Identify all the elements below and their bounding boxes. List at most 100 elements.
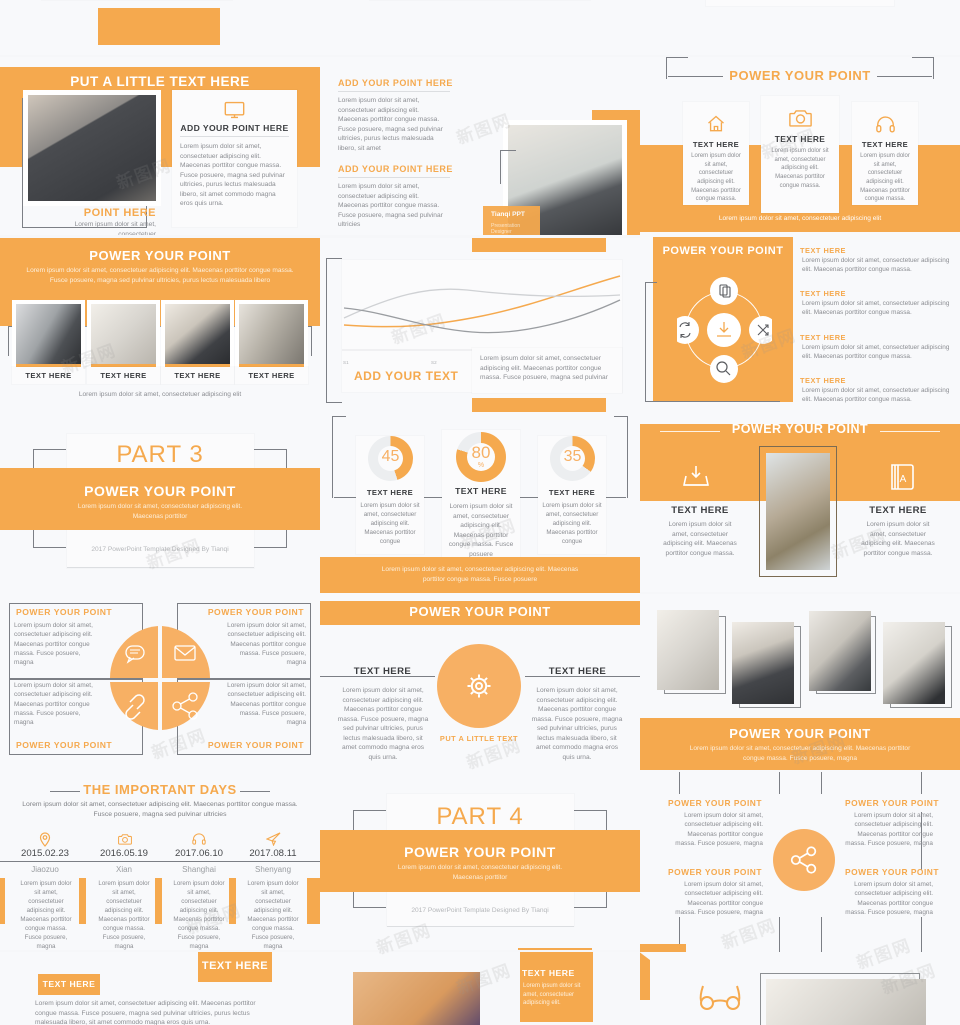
slide-photo-strip[interactable]: POWER YOUR POINT Lorem ipsum dolor sit a… <box>0 238 320 416</box>
slide12-right-title: TEXT HERE <box>869 505 927 516</box>
slide15-title: POWER YOUR POINT <box>729 726 871 741</box>
slide-put-a-little-text-here[interactable]: PUT A LITTLE TEXT HERE POINT HERE Lorem … <box>0 57 320 235</box>
slide5-heading-1: ADD YOUR POINT HERE <box>338 78 453 88</box>
slide7-caption-2: TEXT HERE <box>100 371 147 380</box>
headphones-icon <box>192 833 206 845</box>
slide5-profile-line1: Presentation Designer <box>491 223 521 235</box>
glasses-icon <box>698 982 742 1010</box>
slide12-photo <box>766 453 830 570</box>
slide9-item-4-title: TEXT HERE <box>800 376 846 385</box>
slide12-left-body: Lorem ipsum dolor sit amet, consectetuer… <box>663 521 737 557</box>
slide-add-your-point[interactable]: ADD YOUR POINT HERE Lorem ipsum dolor si… <box>320 57 640 235</box>
chart-xtick-2: S2 <box>431 360 437 365</box>
slide6-card-2-title: TEXT HERE <box>774 134 826 144</box>
slide21-photo <box>766 979 926 1025</box>
slide13-q4-body: Lorem ipsum dolor sit amet, consectetuer… <box>227 682 306 727</box>
slide12-right-body: Lorem ipsum dolor sit amet, consectetuer… <box>861 521 935 557</box>
slide-bottom-right[interactable] <box>640 952 960 1025</box>
slide-gear[interactable]: POWER YOUR POINT PUT A LITTLE TEXT TEXT … <box>320 594 640 772</box>
slide14-right-title: TEXT HERE <box>548 666 607 677</box>
slide17-title: POWER YOUR POINT <box>404 844 556 860</box>
slide14-title: POWER YOUR POINT <box>409 604 551 619</box>
slide18-item-3-body: Lorem ipsum dolor sit amet, consectetuer… <box>675 881 763 916</box>
slide7-photo-3 <box>165 304 230 364</box>
slide16-title: THE IMPORTANT DAYS <box>83 782 237 797</box>
slide7-photo-2 <box>91 304 156 364</box>
quad-pie-diagram <box>109 626 211 730</box>
slide6-card-3[interactable]: TEXT HERE Lorem ipsum dolor sit amet, co… <box>852 102 918 205</box>
slide16-city-4: Shenyang <box>254 865 292 874</box>
slide7-footer: Lorem ipsum dolor sit amet, consectetuer… <box>78 391 242 398</box>
slide-bottom-left[interactable]: TEXT HERE TEXT HERE Lorem ipsum dolor si… <box>0 952 320 1025</box>
donut-35-label: 35 <box>563 448 582 465</box>
slide6-card-1[interactable]: TEXT HERE Lorem ipsum dolor sit amet, co… <box>683 102 749 205</box>
slide18-item-4-body: Lorem ipsum dolor sit amet, consectetuer… <box>845 881 933 916</box>
accent-block <box>98 8 220 45</box>
slide16-body-2: Lorem ipsum dolor sit amet, consectetuer… <box>98 880 150 950</box>
headphones-icon <box>876 115 895 133</box>
ppt-template-preview-grid: Lorem ipsum dolor sit amet, consectetuer… <box>0 0 960 1025</box>
slide18-item-3-title: POWER YOUR POINT <box>668 867 762 877</box>
slide6-card-2-body: Lorem ipsum dolor sit amet, consectetuer… <box>771 148 829 189</box>
slide16-city-3: Shanghai <box>182 865 216 874</box>
slide-top-mid[interactable]: Maecenas porttitor congue massa. Fusce p… <box>320 0 640 55</box>
circle-diagram <box>677 277 772 383</box>
slide6-card-1-body: Lorem ipsum dolor sit amet, consectetuer… <box>691 153 741 203</box>
slide-two-icons-photo[interactable]: POWER YOUR POINT TEXT HERE Lorem ipsum d… <box>640 412 960 592</box>
slide7-photo-4 <box>239 304 304 364</box>
slide19-badge-1: TEXT HERE <box>42 979 96 989</box>
home-icon <box>706 114 726 134</box>
slide20-body: Lorem ipsum dolor sit amet, consectetuer… <box>523 983 581 1007</box>
slide6-card-2[interactable]: TEXT HERE Lorem ipsum dolor sit amet, co… <box>761 96 839 213</box>
slide11-label-3: TEXT HERE <box>548 488 596 497</box>
gear-icon <box>463 670 495 702</box>
slide-donut-charts[interactable]: 45 TEXT HERE Lorem ipsum dolor sit amet,… <box>320 416 640 594</box>
slide13-q1-body: Lorem ipsum dolor sit amet, consectetuer… <box>14 622 93 667</box>
slide16-body-1: Lorem ipsum dolor sit amet, consectetuer… <box>20 880 72 950</box>
slide-three-icon-cards[interactable]: POWER YOUR POINT TEXT HERE Lorem ipsum d… <box>640 57 960 235</box>
slide8-body: Lorem ipsum dolor sit amet, consectetuer… <box>480 355 608 382</box>
gallery-photo-4 <box>883 622 945 704</box>
slide19-body: Lorem ipsum dolor sit amet, consectetuer… <box>35 1000 256 1025</box>
donut-80-unit: % <box>477 462 485 469</box>
slide16-city-1: Jiaozuo <box>31 865 59 874</box>
slide17-credit: 2017 PowerPoint Template Designed By Tia… <box>411 907 549 914</box>
slide-important-days[interactable]: THE IMPORTANT DAYS Lorem ipsum dolor sit… <box>0 772 320 950</box>
slide7-caption-3: TEXT HERE <box>174 371 221 380</box>
slide16-date-4: 2017.08.11 <box>249 848 297 859</box>
slide-gallery[interactable]: POWER YOUR POINT Lorem ipsum dolor sit a… <box>640 594 960 772</box>
slide11-label-2: TEXT HERE <box>455 486 507 496</box>
slide6-card-3-body: Lorem ipsum dolor sit amet, consectetuer… <box>860 153 910 203</box>
slide-part-3[interactable]: PART 3 POWER YOUR POINT Lorem ipsum dolo… <box>0 416 320 594</box>
slide11-body-1: Lorem ipsum dolor sit amet, consectetuer… <box>360 502 420 545</box>
slide13-q2-title: POWER YOUR POINT <box>207 607 304 617</box>
slide-part-4[interactable]: PART 4 POWER YOUR POINT Lorem ipsum dolo… <box>320 772 640 950</box>
slide14-left-body: Lorem ipsum dolor sit amet, consectetuer… <box>337 687 429 761</box>
slide13-q3-title: POWER YOUR POINT <box>16 740 113 750</box>
line-chart-plot <box>342 275 622 351</box>
slide-line-chart[interactable]: S1 S2 S3 S4 ADD YOUR TEXT Lorem ipsum do… <box>320 238 640 416</box>
slide-share-quad[interactable]: POWER YOUR POINT Lorem ipsum dolor sit a… <box>640 772 960 952</box>
share-icon <box>790 845 819 875</box>
slide18-item-4-title: POWER YOUR POINT <box>845 867 939 877</box>
slide-top-right[interactable]: 2017 PowerPoint Template Designed By Tia… <box>640 0 960 55</box>
slide-top-left[interactable]: Lorem ipsum dolor sit amet, consectetuer… <box>0 0 320 55</box>
slide14-center-caption: PUT A LITTLE TEXT <box>439 734 519 743</box>
slide16-body-4: Lorem ipsum dolor sit amet, consectetuer… <box>247 880 299 950</box>
slide9-item-1-title: TEXT HERE <box>800 246 846 255</box>
svg-text:A: A <box>900 474 907 485</box>
book-icon: A <box>889 462 916 490</box>
slide9-item-2-body: Lorem ipsum dolor sit amet, consectetuer… <box>802 300 950 317</box>
slide13-q1-title: POWER YOUR POINT <box>16 607 113 617</box>
slide6-footer: Lorem ipsum dolor sit amet, consectetuer… <box>718 215 882 222</box>
slide-quad-icons[interactable]: POWER YOUR POINT Lorem ipsum dolor sit a… <box>0 594 320 772</box>
slide11-body-3: Lorem ipsum dolor sit amet, consectetuer… <box>542 502 602 545</box>
slide10-part-label: PART 3 <box>116 441 204 468</box>
slide9-item-3-body: Lorem ipsum dolor sit amet, consectetuer… <box>802 344 950 361</box>
inbox-download-icon <box>682 464 710 490</box>
slide16-subtitle: Lorem ipsum dolor sit amet, consectetuer… <box>22 801 298 819</box>
gallery-photo-3 <box>809 611 871 691</box>
slide-circle-icons[interactable]: POWER YOUR POINT TEXT HERE Lorem ipsum d… <box>640 232 960 416</box>
slide7-caption-1: TEXT HERE <box>25 371 72 380</box>
slide18-item-1-body: Lorem ipsum dolor sit amet, consectetuer… <box>675 812 763 847</box>
